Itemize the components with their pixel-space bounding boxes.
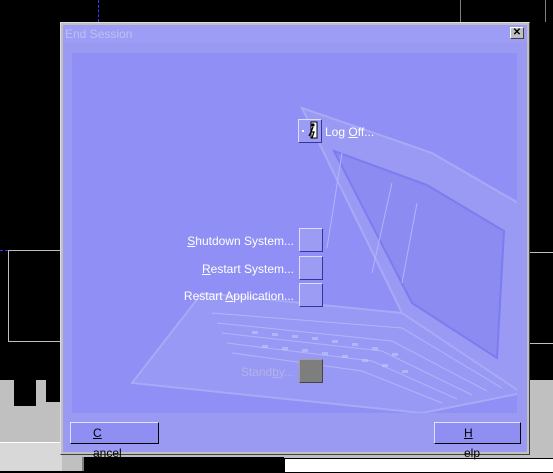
- help-button[interactable]: Help: [434, 422, 521, 460]
- dialog-body: Log Off... Shutdown System... Restart Sy…: [63, 43, 527, 460]
- end-session-dialog: End Session ✕ Log Off... Shutdown System…: [60, 22, 530, 460]
- background-guide-line: [98, 0, 100, 22]
- standby-button: [299, 359, 323, 383]
- background-panel-left: [0, 380, 62, 471]
- restart-system-label[interactable]: Restart System...: [202, 262, 294, 276]
- restart-application-label[interactable]: Restart Application...: [184, 289, 294, 303]
- background-window-frame: [530, 252, 553, 344]
- restart-application-button[interactable]: [299, 283, 323, 307]
- log-off-label[interactable]: Log Off...: [325, 125, 374, 139]
- log-off-button[interactable]: [298, 119, 322, 143]
- dialog-title: End Session: [65, 27, 133, 41]
- log-off-figure-icon: [302, 121, 318, 139]
- shutdown-system-button[interactable]: [299, 228, 323, 252]
- background-divider: [460, 0, 461, 22]
- standby-label: Standby...: [240, 365, 294, 379]
- shutdown-system-label[interactable]: Shutdown System...: [187, 234, 294, 248]
- title-bar[interactable]: End Session ✕: [63, 25, 527, 43]
- close-icon[interactable]: ✕: [510, 27, 524, 39]
- background-window-frame: [8, 250, 63, 342]
- options-panel: Log Off... Shutdown System... Restart Sy…: [72, 53, 517, 413]
- restart-system-button[interactable]: [299, 256, 323, 280]
- cancel-button[interactable]: Cancel: [70, 422, 159, 460]
- laptop-illustration: [130, 106, 517, 413]
- background-divider: [545, 0, 546, 22]
